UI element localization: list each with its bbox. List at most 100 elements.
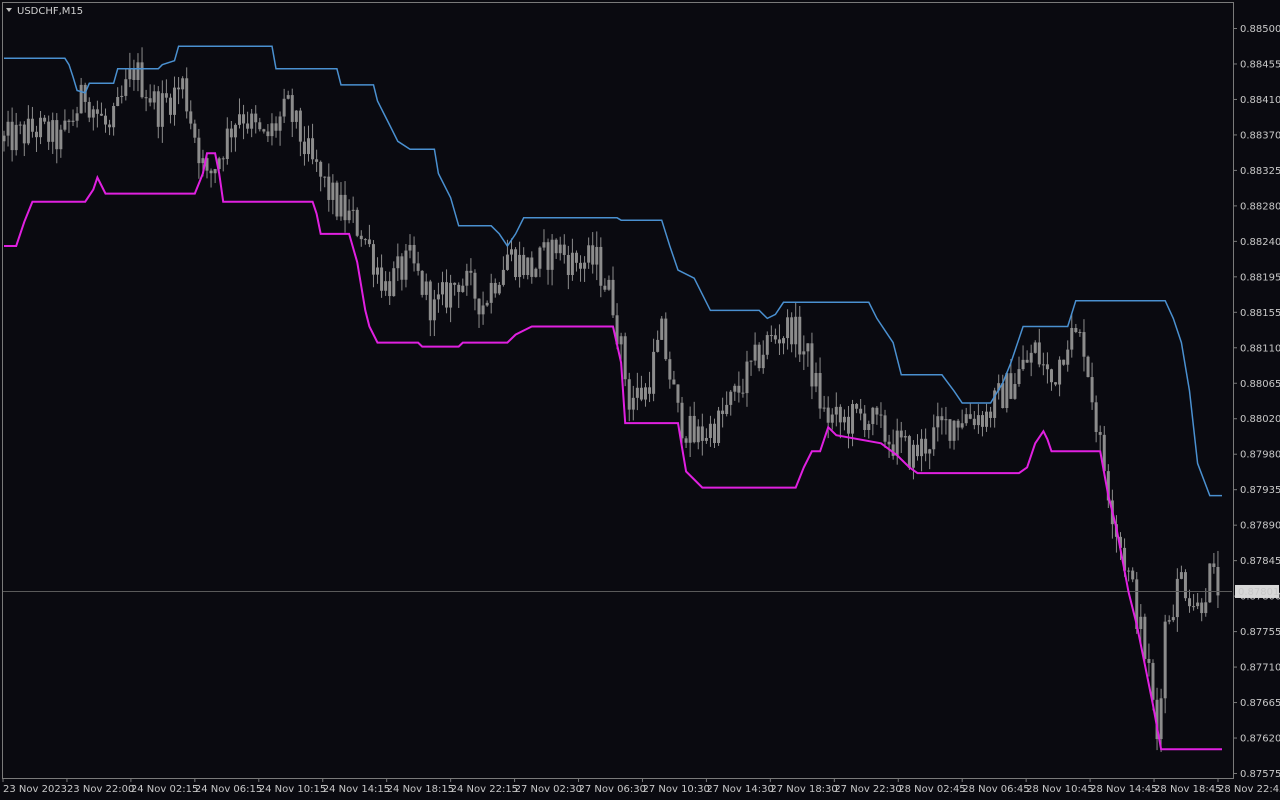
candle-body xyxy=(895,430,899,456)
candle-body xyxy=(59,129,63,150)
price-tick-label: 0.87575 xyxy=(1240,769,1280,780)
candle-body xyxy=(932,427,936,450)
candle-body xyxy=(359,235,363,240)
price-tick-label: 0.88065 xyxy=(1240,379,1280,390)
candle-body xyxy=(307,138,310,155)
candle-body xyxy=(518,254,522,278)
candle-body xyxy=(363,239,367,241)
price-tick-label: 0.87890 xyxy=(1240,521,1280,532)
candle-body xyxy=(859,408,863,414)
price-tick-label: 0.88325 xyxy=(1240,166,1280,177)
candle-body xyxy=(1212,563,1216,567)
candle-body xyxy=(39,117,43,138)
candle-body xyxy=(465,270,469,286)
candle-body xyxy=(741,392,745,394)
candle-body xyxy=(1179,572,1183,579)
candle-body xyxy=(108,124,112,128)
candle-body xyxy=(266,131,270,137)
time-tick-label: 27 Nov 06:30 xyxy=(579,784,646,795)
candle-body xyxy=(1021,359,1025,370)
candle-body xyxy=(440,282,444,295)
candle-body xyxy=(380,267,384,291)
candle-body xyxy=(595,246,599,265)
price-tick-label: 0.88455 xyxy=(1240,59,1280,70)
candle-body xyxy=(63,120,67,130)
candle-body xyxy=(871,407,875,425)
candle-body xyxy=(911,444,915,468)
candle-body xyxy=(408,244,412,251)
candle-body xyxy=(619,336,623,345)
candle-body xyxy=(1005,373,1009,408)
candle-body xyxy=(177,87,181,90)
candle-body xyxy=(940,416,944,421)
candle-body xyxy=(765,335,769,355)
candle-body xyxy=(769,335,773,337)
candle-body xyxy=(290,95,294,122)
candle-body xyxy=(376,267,380,275)
candle-body xyxy=(392,268,396,297)
candle-body xyxy=(522,254,526,276)
candle-body xyxy=(725,404,729,415)
price-tick-label: 0.88020 xyxy=(1240,414,1280,425)
candle-body xyxy=(713,423,716,444)
candle-body xyxy=(562,244,566,255)
candle-body xyxy=(542,242,546,248)
time-tick-label: 28 Nov 22:45 xyxy=(1218,784,1280,795)
candle-body xyxy=(1127,570,1131,572)
time-tick-label: 24 Nov 06:15 xyxy=(195,784,262,795)
candle-body xyxy=(132,68,136,80)
time-tick-label: 24 Nov 02:15 xyxy=(131,784,198,795)
candle-body xyxy=(1070,327,1074,350)
candle-body xyxy=(875,407,879,415)
candle-body xyxy=(1139,616,1143,629)
candle-body xyxy=(887,441,891,445)
candle-body xyxy=(814,373,818,387)
candle-body xyxy=(863,413,867,431)
candle-body xyxy=(237,114,241,125)
candle-body xyxy=(960,423,964,428)
candle-body xyxy=(436,294,440,300)
candle-body xyxy=(95,109,99,114)
candle-body xyxy=(351,209,355,211)
candle-body xyxy=(331,182,335,200)
candle-body xyxy=(1192,606,1196,608)
candle-body xyxy=(485,302,489,306)
candle-body xyxy=(1001,383,1005,408)
candle-body xyxy=(964,414,968,424)
candle-body xyxy=(1159,698,1163,740)
candle-body xyxy=(136,62,140,80)
candle-body xyxy=(242,114,246,124)
candle-body xyxy=(501,269,505,285)
candle-body xyxy=(47,121,51,142)
candle-body xyxy=(696,426,700,443)
candle-body xyxy=(51,120,55,142)
time-tick-label: 28 Nov 06:45 xyxy=(962,784,1029,795)
price-tag: 0.87801 xyxy=(1235,584,1279,598)
price-chart[interactable]: 0.88500 0.88455 0.88410 0.88370 0.88325 0.882… xyxy=(0,0,1280,800)
candle-body xyxy=(144,97,148,99)
candle-body xyxy=(980,415,984,427)
candle-body xyxy=(570,252,574,276)
candle-body xyxy=(124,79,128,96)
symbol-header[interactable]: USDCHF,M15 xyxy=(6,6,83,17)
candle-body xyxy=(87,101,91,118)
candle-body xyxy=(335,182,339,217)
candle-body xyxy=(1143,616,1147,659)
candle-body xyxy=(944,419,948,421)
candle-body xyxy=(1054,382,1058,385)
candle-body xyxy=(1131,570,1135,580)
candle-body xyxy=(1196,602,1200,607)
candle-body xyxy=(1171,617,1175,621)
time-tick-label: 27 Nov 02:30 xyxy=(515,784,582,795)
candle-body xyxy=(384,281,388,291)
candle-body xyxy=(250,113,254,129)
candle-body xyxy=(221,158,225,160)
candle-body xyxy=(343,194,347,221)
candle-body xyxy=(676,384,680,403)
candle-body xyxy=(1049,369,1053,383)
candle-body xyxy=(1094,402,1098,433)
candle-body xyxy=(34,131,38,138)
candle-body xyxy=(907,436,911,468)
candle-body xyxy=(209,170,213,174)
candle-body xyxy=(1147,658,1151,663)
